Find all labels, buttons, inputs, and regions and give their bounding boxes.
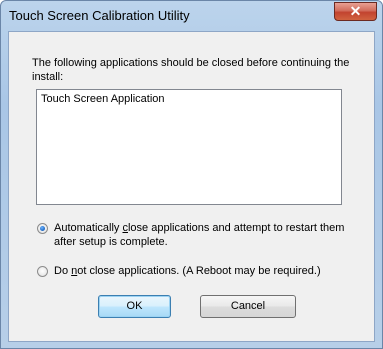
instruction-text: The following applications should be clo… (32, 57, 350, 83)
ok-button[interactable]: OK (98, 295, 171, 318)
close-button[interactable]: ✕ (334, 2, 377, 21)
dialog-body: The following applications should be clo… (8, 31, 375, 342)
auto-close-radio[interactable] (37, 223, 48, 234)
cancel-button[interactable]: Cancel (200, 295, 296, 318)
close-icon: ✕ (349, 3, 362, 19)
window-title: Touch Screen Calibration Utility (9, 8, 190, 23)
title-bar[interactable]: Touch Screen Calibration Utility ✕ (1, 1, 382, 31)
auto-close-label[interactable]: Automatically close applications and att… (54, 221, 354, 249)
dialog-window: Touch Screen Calibration Utility ✕ The f… (0, 0, 383, 349)
do-not-close-radio[interactable] (37, 266, 48, 277)
list-item[interactable]: Touch Screen Application (41, 93, 165, 105)
do-not-close-label[interactable]: Do not close applications. (A Reboot may… (54, 264, 354, 278)
applications-list[interactable]: Touch Screen Application (36, 89, 342, 205)
